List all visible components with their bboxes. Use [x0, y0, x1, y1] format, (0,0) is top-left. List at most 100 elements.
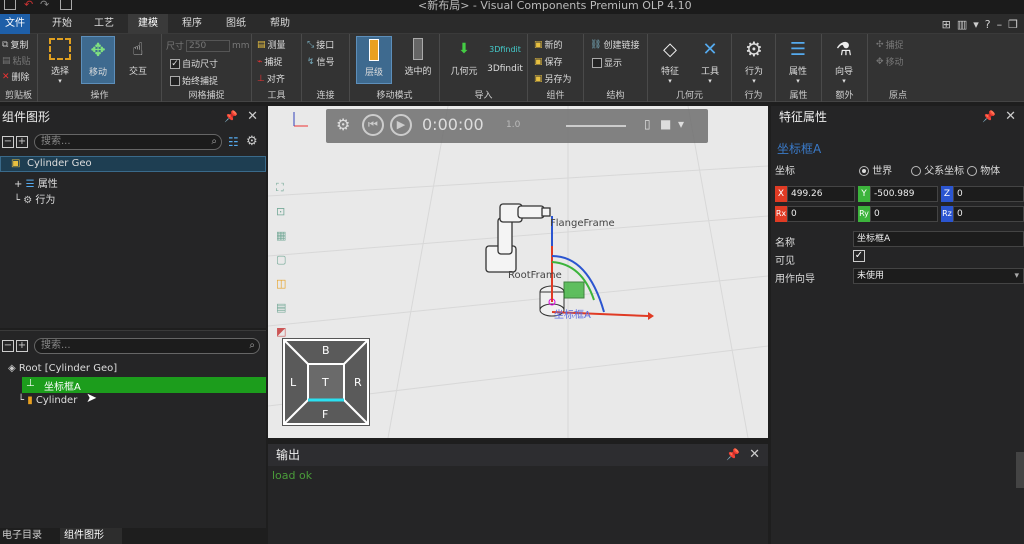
tab-process[interactable]: 工艺: [86, 14, 122, 34]
vr-icon[interactable]: ▾: [678, 117, 684, 131]
search-input[interactable]: 搜索... ⌕: [34, 338, 260, 354]
measure-button[interactable]: ▤ 测量: [257, 38, 286, 52]
origin-snap-button[interactable]: ✣ 捕捉: [876, 38, 904, 52]
behavior-button[interactable]: ⚙ 行为 ▾: [736, 36, 772, 85]
z-field[interactable]: 0: [953, 186, 1024, 202]
snapshot-icon[interactable]: ▯: [644, 117, 651, 131]
dropdown-icon[interactable]: ▾: [973, 18, 979, 31]
name-field[interactable]: 坐标框A: [853, 231, 1024, 247]
undo-icon[interactable]: ↶: [24, 0, 33, 11]
render-mode-icon[interactable]: ▤: [276, 296, 292, 320]
coord-parent-radio[interactable]: 父系坐标: [911, 162, 967, 177]
restore-icon[interactable]: ❐: [1008, 18, 1018, 31]
nav-left[interactable]: L: [290, 376, 296, 389]
settings-icon[interactable]: ⚙: [336, 115, 350, 134]
close-icon[interactable]: ✕: [1005, 106, 1016, 128]
tree-item-frame-a[interactable]: ⊥ 坐标框A: [22, 377, 266, 393]
play-icon[interactable]: ▶: [390, 114, 412, 136]
nav-right[interactable]: R: [354, 376, 362, 389]
help-icon[interactable]: ?: [985, 18, 991, 31]
tab-program[interactable]: 程序: [174, 14, 210, 34]
tab-help[interactable]: 帮助: [262, 14, 298, 34]
nav-cube[interactable]: B L T R F: [282, 338, 370, 426]
tab-home[interactable]: 开始: [44, 14, 80, 34]
redo-icon[interactable]: ↷: [40, 0, 49, 11]
select-button[interactable]: 选择 ▾: [44, 36, 76, 85]
pin-icon[interactable]: 📌: [982, 106, 996, 128]
close-icon[interactable]: ✕: [247, 106, 258, 128]
nav-back[interactable]: B: [322, 344, 330, 357]
align-button[interactable]: ⊥ 对齐: [257, 72, 285, 86]
geometry-tools-button[interactable]: ✕ 工具 ▾: [692, 36, 728, 86]
close-icon[interactable]: ✕: [749, 444, 760, 466]
filter-icon[interactable]: ☷: [228, 135, 239, 149]
hierarchy-button[interactable]: 层级: [356, 36, 392, 84]
collapse-all-icon[interactable]: −: [2, 136, 14, 148]
perspective-icon[interactable]: ▢: [276, 248, 292, 272]
tab-drawing[interactable]: 图纸: [218, 14, 254, 34]
new-component-button[interactable]: ▣ 新的: [534, 38, 563, 52]
origin-move-button[interactable]: ✥ 移动: [876, 55, 904, 69]
selected-button[interactable]: 选中的: [400, 36, 436, 77]
tab-file[interactable]: 文件: [0, 14, 30, 34]
tree-item-cylinder[interactable]: └ ▮ Cylinder: [18, 395, 77, 406]
tab-modeling[interactable]: 建模: [128, 14, 168, 34]
tree-item-behavior[interactable]: └ ⚙ 行为: [14, 191, 55, 206]
edge-scroll-handle[interactable]: [1016, 452, 1024, 488]
properties-button[interactable]: ☰ 属性 ▾: [780, 36, 816, 86]
findit-button[interactable]: 3Dfindit 3Dfindit: [486, 36, 524, 75]
visible-checkbox[interactable]: ✓: [853, 250, 865, 262]
save-as-button[interactable]: ▣ 另存为: [534, 72, 572, 86]
fit-view-icon[interactable]: ⛶: [276, 176, 292, 200]
x-field[interactable]: 499.26: [787, 186, 855, 202]
zoom-box-icon[interactable]: ⊡: [276, 200, 292, 224]
nav-top[interactable]: T: [322, 376, 329, 389]
coord-world-radio[interactable]: 世界: [859, 162, 892, 177]
gear-icon[interactable]: ⚙: [246, 134, 258, 149]
tree-root[interactable]: ◈ Root [Cylinder Geo]: [8, 363, 117, 374]
always-snap-checkbox[interactable]: 始终捕捉: [170, 74, 218, 87]
ry-field[interactable]: 0: [870, 206, 938, 222]
interact-button[interactable]: ☝ 交互: [122, 36, 154, 78]
tree-item-properties[interactable]: + ☰ 属性: [14, 175, 58, 190]
cube-view-icon[interactable]: ◫: [276, 272, 292, 296]
show-checkbox[interactable]: 显示: [592, 56, 622, 69]
coord-object-radio[interactable]: 物体: [967, 162, 1000, 177]
speed-slider[interactable]: [566, 125, 626, 127]
paste-button[interactable]: ▤ 粘贴: [2, 54, 31, 68]
guide-dropdown[interactable]: 未使用 ▾: [853, 268, 1024, 284]
snap-button[interactable]: ⌁ 捕捉: [257, 55, 282, 69]
tab-ecatalog[interactable]: 电子目录: [0, 528, 58, 544]
tree-row-selected[interactable]: ▣ Cylinder Geo: [0, 156, 266, 172]
new-document-icon[interactable]: [60, 0, 72, 10]
collapse-all-icon[interactable]: −: [2, 340, 14, 352]
pin-icon[interactable]: 📌: [224, 106, 238, 128]
expand-all-icon[interactable]: +: [16, 340, 28, 352]
record-icon[interactable]: ■: [660, 117, 671, 131]
nav-front[interactable]: F: [322, 408, 328, 421]
import-geometry-button[interactable]: ⬇ 几何元: [446, 36, 482, 77]
rz-field[interactable]: 0: [953, 206, 1024, 222]
signal-button[interactable]: ↯ 信号: [307, 55, 335, 69]
create-link-button[interactable]: ⛓ 创建链接: [590, 38, 639, 52]
tab-component-graph[interactable]: 组件图形: [60, 528, 122, 544]
grid-size-field[interactable]: 尺寸 250 mm: [166, 39, 250, 52]
save-component-button[interactable]: ▣ 保存: [534, 55, 563, 69]
search-input[interactable]: 搜索... ⌕: [34, 134, 222, 150]
3d-viewport[interactable]: FlangeFrame RootFrame 坐标框A ⛶ ⊡ ▦ ▢ ◫ ▤ ◩…: [268, 106, 768, 438]
layout-grid-icon[interactable]: ⊞: [942, 18, 951, 31]
move-button[interactable]: ✥ 移动: [81, 36, 115, 84]
rewind-icon[interactable]: ⏮: [362, 114, 384, 136]
minimize-icon[interactable]: –: [997, 18, 1003, 31]
wizard-button[interactable]: ⚗ 向导 ▾: [826, 36, 862, 86]
copy-button[interactable]: ⧉ 复制: [2, 38, 28, 52]
view-mode-icon[interactable]: ▦: [276, 224, 292, 248]
expand-all-icon[interactable]: +: [16, 136, 28, 148]
feature-button[interactable]: ◇ 特征 ▾: [652, 36, 688, 86]
interface-button[interactable]: ⤡ 接口: [307, 38, 334, 52]
y-field[interactable]: -500.989: [870, 186, 938, 202]
save-icon[interactable]: [4, 0, 16, 10]
auto-size-checkbox[interactable]: ✓ 自动尺寸: [170, 57, 218, 70]
rx-field[interactable]: 0: [787, 206, 855, 222]
layout-split-icon[interactable]: ▥: [957, 18, 967, 31]
